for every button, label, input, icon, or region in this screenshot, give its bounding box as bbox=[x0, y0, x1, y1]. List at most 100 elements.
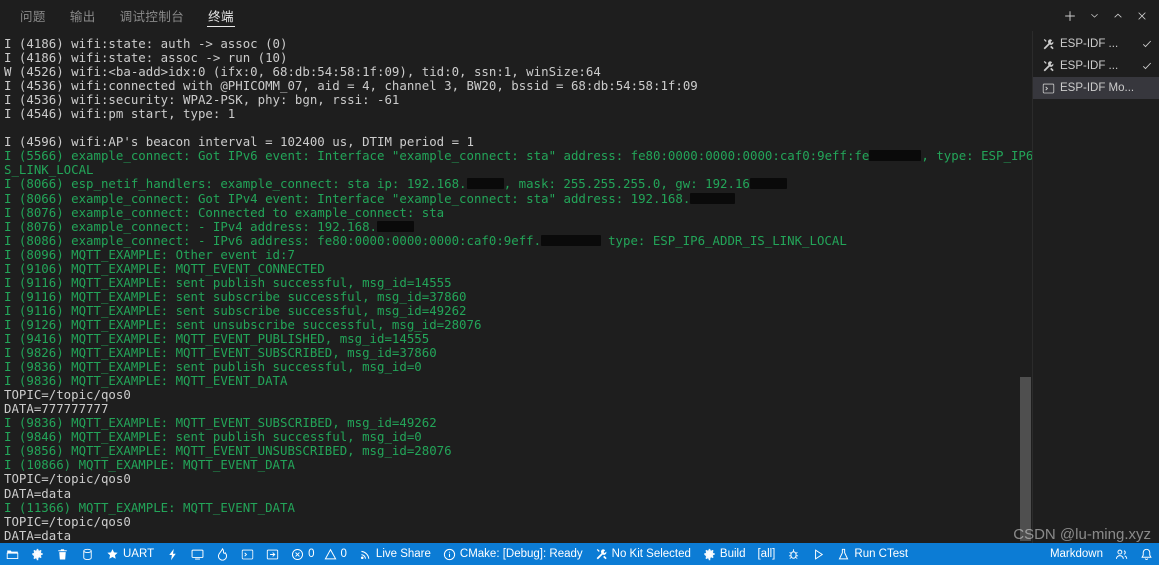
sb-build-button-label: Build bbox=[719, 548, 746, 560]
panel-tab[interactable]: 终端 bbox=[196, 0, 246, 31]
terminal-text: I (8076) example_connect: Connected to e… bbox=[4, 204, 445, 220]
sb-open-idf-terminal[interactable] bbox=[260, 543, 285, 565]
terminal-line: I (11366) MQTT_EXAMPLE: MQTT_EVENT_DATA bbox=[4, 500, 1032, 515]
sb-open-folder[interactable] bbox=[0, 543, 25, 565]
sb-debug-button[interactable] bbox=[781, 543, 806, 565]
warning-icon bbox=[324, 548, 337, 561]
sb-full-clean[interactable] bbox=[50, 543, 75, 565]
terminal-line: I (8096) MQTT_EXAMPLE: Other event id:7 bbox=[4, 247, 1032, 262]
terminal-text: DATA=777777777 bbox=[4, 401, 109, 417]
terminal-text: I (8066) example_connect: Got IPv4 event… bbox=[4, 190, 691, 206]
terminal-list-item[interactable]: ESP-IDF ... bbox=[1033, 33, 1159, 55]
redaction-block bbox=[466, 178, 504, 190]
terminal-line: I (8076) example_connect: Connected to e… bbox=[4, 204, 1032, 220]
sb-sdk-config[interactable] bbox=[25, 543, 50, 565]
database-icon bbox=[81, 548, 94, 561]
terminal-text: I (9826) MQTT_EXAMPLE: MQTT_EVENT_SUBSCR… bbox=[4, 345, 437, 361]
info-icon bbox=[443, 548, 456, 561]
terminal-text: , mask: 255.255.255.0, gw: 192.16 bbox=[503, 176, 750, 192]
redaction-block bbox=[749, 178, 788, 190]
sb-kit-selector-label: No Kit Selected bbox=[611, 548, 691, 560]
terminal-text: type: ESP_IP6_ADDR_IS_LINK_LOCAL bbox=[600, 232, 847, 248]
people-icon bbox=[1115, 548, 1128, 561]
sb-problems-label: 0 bbox=[308, 548, 315, 560]
sb-kit-selector[interactable]: No Kit Selected bbox=[589, 543, 697, 565]
terminal-line: I (9126) MQTT_EXAMPLE: sent unsubscribe … bbox=[4, 316, 1032, 332]
panel-tab[interactable]: 输出 bbox=[58, 0, 108, 31]
terminal-line: I (9856) MQTT_EXAMPLE: MQTT_EVENT_UNSUBS… bbox=[4, 444, 1032, 458]
sb-build-flash-monitor[interactable] bbox=[210, 543, 235, 565]
sb-flash-device[interactable] bbox=[160, 543, 185, 565]
terminal-line: I (4186) wifi:state: auth -> assoc (0) bbox=[4, 36, 1032, 51]
tools-icon bbox=[1041, 37, 1055, 51]
sb-select-port-label: UART bbox=[123, 548, 155, 560]
panel-tab-label: 调试控制台 bbox=[119, 10, 185, 24]
sb-live-share[interactable]: Live Share bbox=[353, 543, 437, 565]
debug-icon bbox=[787, 548, 800, 561]
terminal-text: I (9126) MQTT_EXAMPLE: sent unsubscribe … bbox=[4, 316, 482, 332]
panel-tab[interactable]: 问题 bbox=[8, 0, 58, 31]
terminal-line: I (9836) MQTT_EXAMPLE: MQTT_EVENT_DATA bbox=[4, 374, 1032, 388]
sb-select-flash-method[interactable] bbox=[75, 543, 100, 565]
terminal-scrollbar-thumb[interactable] bbox=[1020, 377, 1031, 541]
sb-language-mode-label: Markdown bbox=[1049, 548, 1103, 560]
tools-icon bbox=[1041, 59, 1055, 73]
terminal-text: I (4546) wifi:pm start, type: 1 bbox=[4, 106, 236, 122]
terminal-line: I (9116) MQTT_EXAMPLE: sent publish succ… bbox=[4, 275, 1032, 290]
redaction-block bbox=[377, 220, 415, 232]
sb-live-share-accounts[interactable] bbox=[1109, 543, 1134, 565]
panel-tab[interactable]: 调试控制台 bbox=[108, 0, 197, 31]
check-icon bbox=[1141, 60, 1153, 72]
terminal-line: DATA=data bbox=[4, 527, 1032, 543]
panel-tab-label: 终端 bbox=[208, 10, 234, 24]
terminal-text: DATA=data bbox=[4, 485, 72, 501]
terminal-list-item[interactable]: ESP-IDF Mo... bbox=[1033, 77, 1159, 99]
lightning-icon bbox=[166, 548, 179, 561]
terminal-line: DATA=777777777 bbox=[4, 402, 1032, 416]
redaction-block bbox=[869, 150, 922, 162]
chevron-down-icon[interactable] bbox=[1083, 5, 1105, 27]
terminal-line: TOPIC=/topic/qos0 bbox=[4, 472, 1032, 486]
panel-tabs: 问题 输出 调试控制台 终端 bbox=[0, 0, 246, 31]
terminal-output[interactable]: I (4186) wifi:state: auth -> assoc (0) I … bbox=[0, 31, 1032, 543]
sb-live-share-label: Live Share bbox=[375, 548, 431, 560]
terminal-text: I (8076) example_connect: - IPv4 address… bbox=[4, 218, 377, 234]
close-panel-icon[interactable] bbox=[1131, 5, 1153, 27]
sb-launch-button[interactable] bbox=[806, 543, 831, 565]
terminal-text: DATA=data bbox=[4, 527, 72, 543]
redaction-block bbox=[690, 192, 735, 204]
sb-language-mode[interactable]: Markdown bbox=[1044, 543, 1109, 565]
terminal-text: I (8086) example_connect: - IPv6 address… bbox=[4, 232, 542, 248]
sb-build-target[interactable]: [all] bbox=[751, 543, 781, 565]
terminal-text: I (10866) MQTT_EXAMPLE: MQTT_EVENT_DATA bbox=[4, 457, 295, 473]
terminal-scrollbar[interactable] bbox=[1018, 31, 1032, 543]
sb-run-ctest[interactable]: Run CTest bbox=[831, 543, 914, 565]
panel-header-actions bbox=[1059, 0, 1153, 31]
sb-problems[interactable]: 00 bbox=[285, 543, 353, 565]
terminal-text: I (4596) wifi:AP's beacon interval = 102… bbox=[4, 134, 474, 150]
sb-cmake-status[interactable]: CMake: [Debug]: Ready bbox=[437, 543, 589, 565]
sb-build-button[interactable]: Build bbox=[697, 543, 752, 565]
panel-tab-label: 输出 bbox=[69, 10, 96, 24]
terminal-text: I (4186) wifi:state: assoc -> run (10) bbox=[4, 50, 288, 66]
sb-monitor-device[interactable] bbox=[185, 543, 210, 565]
terminal-text: I (9116) MQTT_EXAMPLE: sent subscribe su… bbox=[4, 302, 467, 318]
sb-notifications[interactable] bbox=[1134, 543, 1159, 565]
terminal-list-item[interactable]: ESP-IDF ... bbox=[1033, 55, 1159, 77]
terminal-text: , type: ESP_IP6_ADDR_I bbox=[921, 148, 1032, 164]
terminal-line: W (4526) wifi:<ba-add>idx:0 (ifx:0, 68:d… bbox=[4, 65, 1032, 79]
flame-icon bbox=[216, 547, 229, 561]
terminal-line: I (4596) wifi:AP's beacon interval = 102… bbox=[4, 135, 1032, 149]
trash-icon bbox=[56, 548, 69, 561]
sb-select-port[interactable]: UART bbox=[100, 543, 160, 565]
terminal-text: TOPIC=/topic/qos0 bbox=[4, 471, 131, 487]
new-terminal-icon[interactable] bbox=[1059, 5, 1081, 27]
terminal-list-item-label: ESP-IDF ... bbox=[1060, 60, 1119, 72]
terminal-line: I (4546) wifi:pm start, type: 1 bbox=[4, 107, 1032, 121]
sb-open-terminal[interactable] bbox=[235, 543, 260, 565]
terminal-text: I (9116) MQTT_EXAMPLE: sent subscribe su… bbox=[4, 288, 467, 304]
terminal-text: I (9856) MQTT_EXAMPLE: MQTT_EVENT_UNSUBS… bbox=[4, 443, 452, 459]
terminal-instance-list: ESP-IDF ... ESP-IDF ... ESP-IDF Mo... bbox=[1032, 31, 1159, 543]
redaction-block bbox=[541, 234, 601, 246]
maximize-panel-icon[interactable] bbox=[1107, 5, 1129, 27]
